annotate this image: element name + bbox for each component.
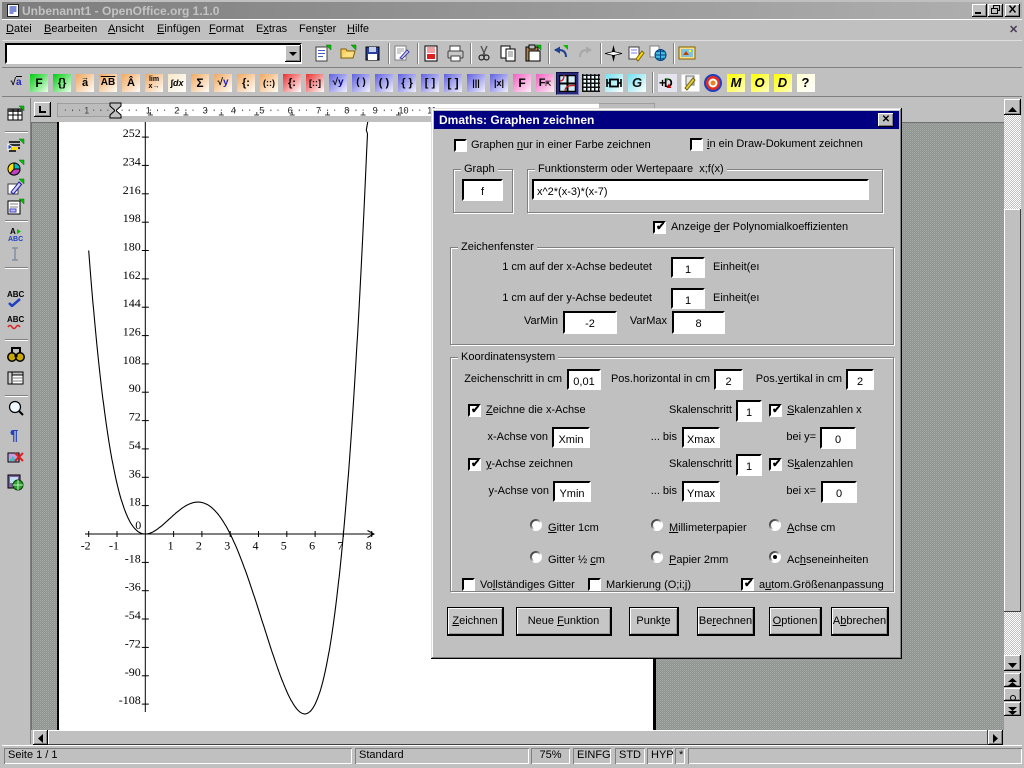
svg-text:ABC: ABC <box>8 236 23 243</box>
svg-text:¶: ¶ <box>10 427 18 443</box>
svg-text:1: 1 <box>168 539 174 553</box>
svg-text:-1: -1 <box>109 539 119 553</box>
svg-text:8: 8 <box>366 539 372 553</box>
svg-text:10: 10 <box>398 106 408 116</box>
svg-text:162: 162 <box>123 268 141 282</box>
svg-text:180: 180 <box>123 240 141 254</box>
svg-text:4: 4 <box>253 539 259 553</box>
svg-text:3: 3 <box>224 539 230 553</box>
svg-text:198: 198 <box>123 211 141 225</box>
svg-text:6: 6 <box>309 539 315 553</box>
svg-text:A: A <box>10 227 16 236</box>
svg-text:5: 5 <box>281 539 287 553</box>
svg-text:ABC: ABC <box>7 290 25 299</box>
svg-text:252: 252 <box>123 126 141 140</box>
svg-text:126: 126 <box>123 325 141 339</box>
svg-text:18: 18 <box>129 495 141 509</box>
svg-text:1: 1 <box>84 106 89 116</box>
svg-text:-2: -2 <box>81 539 91 553</box>
svg-text:-36: -36 <box>125 580 141 594</box>
svg-text:-108: -108 <box>119 693 141 707</box>
svg-text:ABC: ABC <box>7 315 25 324</box>
svg-text:234: 234 <box>123 154 141 168</box>
svg-text:36: 36 <box>129 466 141 480</box>
svg-text:2: 2 <box>196 539 202 553</box>
svg-text:-90: -90 <box>125 665 141 679</box>
svg-text:-18: -18 <box>125 551 141 565</box>
svg-text:108: 108 <box>123 353 141 367</box>
svg-text:90: 90 <box>129 381 141 395</box>
svg-text:72: 72 <box>129 410 141 424</box>
svg-text:144: 144 <box>123 296 141 310</box>
svg-text:54: 54 <box>129 438 141 452</box>
svg-text:-72: -72 <box>125 636 141 650</box>
svg-text:-54: -54 <box>125 608 141 622</box>
svg-text:216: 216 <box>123 183 141 197</box>
